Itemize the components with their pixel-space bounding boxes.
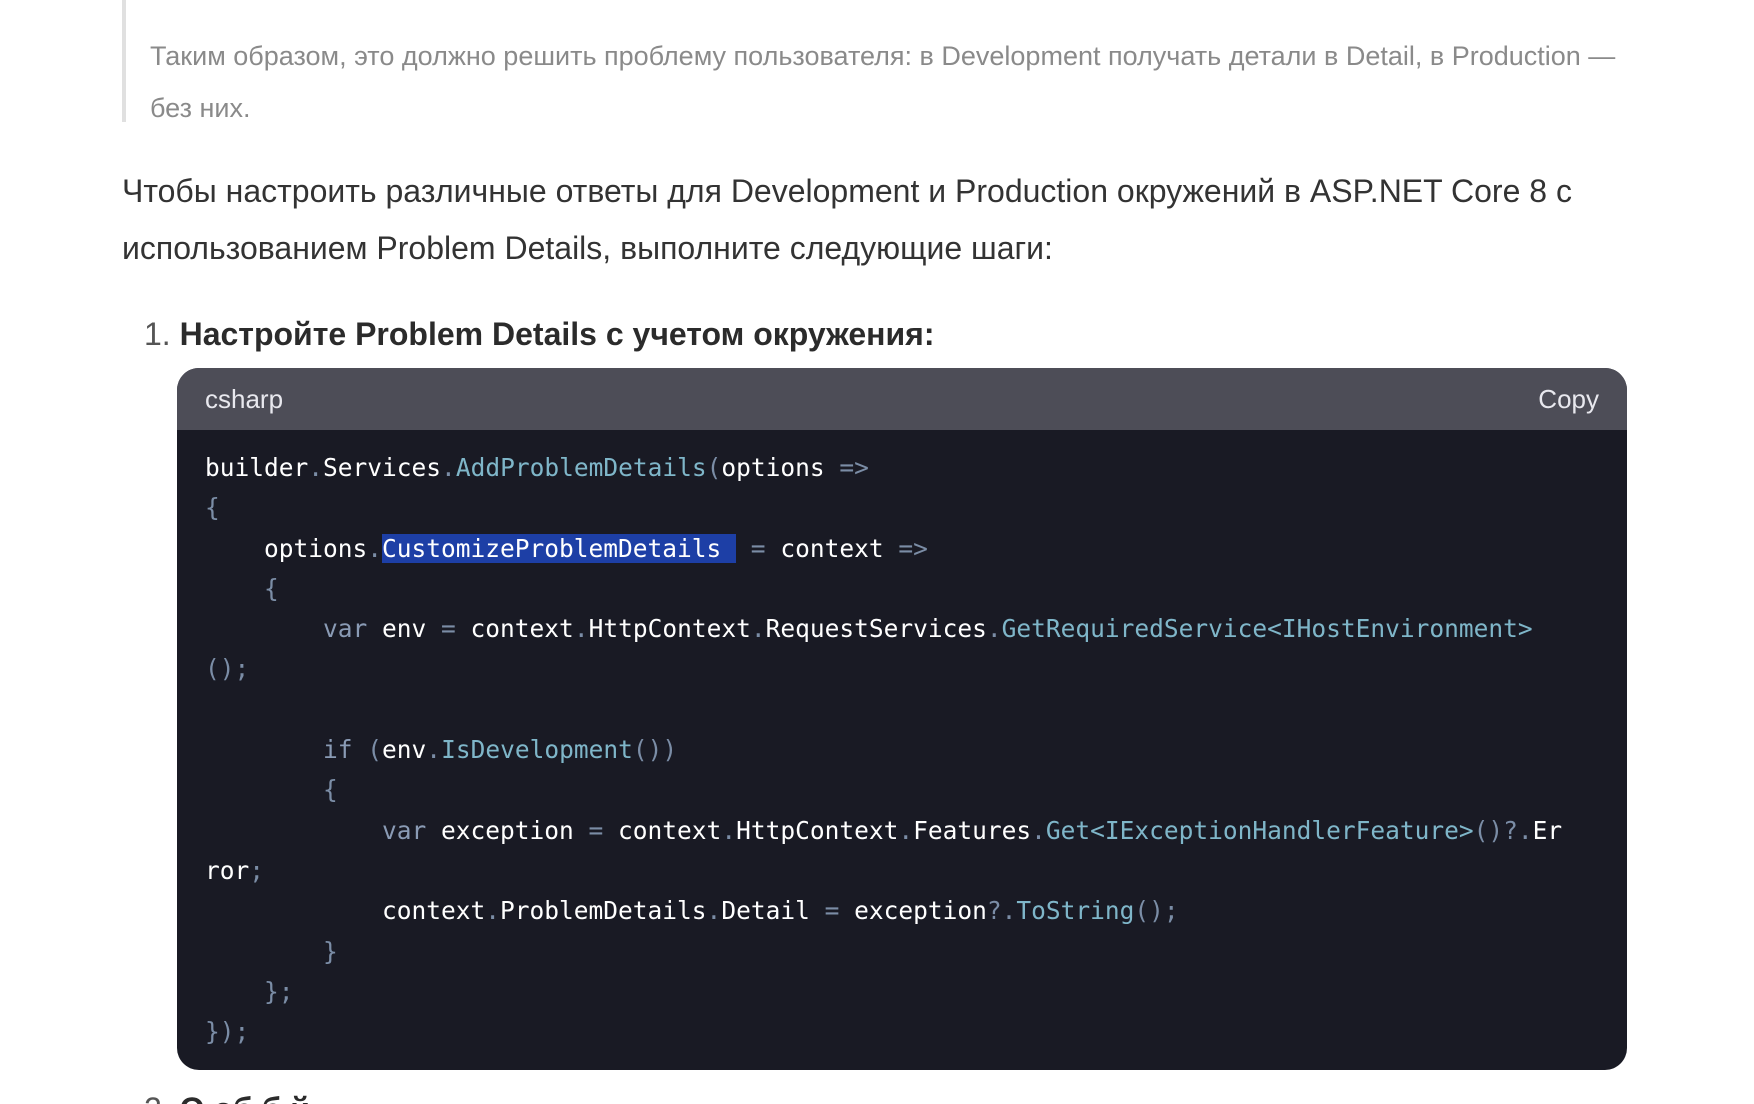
code-token: ()) bbox=[632, 735, 678, 765]
code-token: exception bbox=[441, 815, 574, 845]
code-line: (); bbox=[205, 649, 1562, 689]
code-token: = bbox=[426, 614, 471, 644]
code-token: (); bbox=[1134, 896, 1179, 926]
code-token: RequestServices bbox=[765, 614, 987, 644]
selected-code-token: CustomizeProblemDetails bbox=[382, 533, 737, 563]
code-token: env bbox=[382, 735, 427, 765]
code-token: { bbox=[205, 493, 220, 523]
code-token: (); bbox=[205, 654, 250, 684]
code-token: context bbox=[205, 896, 486, 926]
code-token: ToString bbox=[1016, 896, 1135, 926]
code-token: env bbox=[382, 614, 427, 644]
code-token: . bbox=[573, 614, 589, 644]
code-token: { bbox=[205, 573, 279, 603]
code-token: } bbox=[205, 936, 338, 966]
code-block-header: csharp Copy bbox=[177, 368, 1627, 430]
code-token: . bbox=[750, 614, 766, 644]
code-token: ()?. bbox=[1473, 815, 1533, 845]
code-token: HttpContext bbox=[588, 614, 751, 644]
code-token: HttpContext bbox=[736, 815, 899, 845]
code-token: ?. bbox=[986, 896, 1017, 926]
code-language-label: csharp bbox=[205, 384, 284, 414]
code-token: if bbox=[205, 735, 368, 765]
code-token: . bbox=[706, 896, 722, 926]
code-token: . bbox=[986, 614, 1002, 644]
code-token: Get<IExceptionHandlerFeature> bbox=[1045, 815, 1474, 845]
code-token: = bbox=[736, 533, 781, 563]
code-token: exception bbox=[854, 896, 987, 926]
code-line: options.CustomizeProblemDetails = contex… bbox=[205, 529, 1562, 569]
code-token: . bbox=[367, 533, 383, 563]
code-token: . bbox=[426, 735, 442, 765]
code-token: ; bbox=[249, 855, 265, 885]
code-token: Features bbox=[913, 815, 1032, 845]
code-token: . bbox=[441, 453, 456, 482]
code-token: Detail bbox=[721, 896, 810, 926]
code-token: . bbox=[721, 815, 737, 845]
code-token: = bbox=[573, 815, 619, 845]
code-token: context bbox=[470, 614, 574, 644]
code-token: AddProblemDetails bbox=[455, 453, 707, 482]
code-token: . bbox=[308, 453, 324, 482]
step-1-heading: 1. Настройте Problem Details с учетом ок… bbox=[144, 307, 934, 361]
code-line: { bbox=[205, 488, 1562, 528]
code-token: . bbox=[1031, 815, 1046, 845]
code-line: ror; bbox=[205, 851, 1562, 891]
code-token: }); bbox=[205, 1017, 250, 1047]
code-line: context.ProblemDetails.Detail = exceptio… bbox=[205, 891, 1562, 931]
code-token: }; bbox=[205, 976, 294, 1006]
code-token: . bbox=[485, 896, 501, 926]
code-token: . bbox=[898, 815, 914, 845]
code-token: IsDevelopment bbox=[441, 735, 633, 765]
code-line: { bbox=[205, 569, 1562, 609]
code-token: builder bbox=[205, 453, 309, 482]
code-line: }; bbox=[205, 972, 1562, 1012]
code-token: ProblemDetails bbox=[500, 896, 707, 926]
code-token: var bbox=[205, 815, 442, 845]
step-2-heading: 2. О об б й bbox=[144, 1082, 310, 1104]
code-block: csharp Copy builder.Services.AddProblemD… bbox=[177, 368, 1627, 1070]
code-line: builder.Services.AddProblemDetails(optio… bbox=[205, 448, 1562, 488]
step-1-title: Настройте Problem Details с учетом окруж… bbox=[179, 316, 935, 352]
code-token: context bbox=[780, 533, 884, 563]
code-token: ror bbox=[205, 855, 250, 885]
code-token: = bbox=[809, 896, 855, 926]
code-token: => bbox=[883, 533, 928, 563]
code-token: context bbox=[618, 815, 722, 845]
code-token: Er bbox=[1532, 815, 1563, 845]
step-2-number: 2. bbox=[144, 1091, 171, 1104]
code-token: ( bbox=[706, 453, 722, 482]
code-line: var exception = context.HttpContext.Feat… bbox=[205, 811, 1562, 851]
code-line: } bbox=[205, 932, 1562, 972]
copy-button[interactable]: Copy bbox=[1538, 368, 1599, 430]
code-token: var bbox=[205, 614, 383, 644]
step-2-title: О об б й bbox=[180, 1091, 310, 1104]
code-token: options bbox=[205, 533, 368, 563]
step-1-number: 1. bbox=[144, 316, 171, 352]
code-line: if (env.IsDevelopment()) bbox=[205, 730, 1562, 770]
code-token: => bbox=[824, 453, 869, 482]
code-token: ( bbox=[367, 735, 383, 765]
code-line: { bbox=[205, 770, 1562, 810]
code-token: GetRequiredService<IHostEnvironment> bbox=[1001, 614, 1533, 644]
blockquote: Таким образом, это должно решить проблем… bbox=[122, 0, 1642, 123]
blockquote-text: Таким образом, это должно решить проблем… bbox=[150, 41, 1616, 123]
code-token: { bbox=[205, 775, 338, 805]
code-line: var env = context.HttpContext.RequestSer… bbox=[205, 609, 1562, 649]
code-line: }); bbox=[205, 1012, 1562, 1052]
code-token: options bbox=[721, 453, 825, 482]
intro-paragraph: Чтобы настроить различные ответы для Dev… bbox=[122, 173, 1572, 266]
code-content[interactable]: builder.Services.AddProblemDetails(optio… bbox=[205, 448, 1562, 1052]
code-token: Services bbox=[323, 453, 442, 482]
